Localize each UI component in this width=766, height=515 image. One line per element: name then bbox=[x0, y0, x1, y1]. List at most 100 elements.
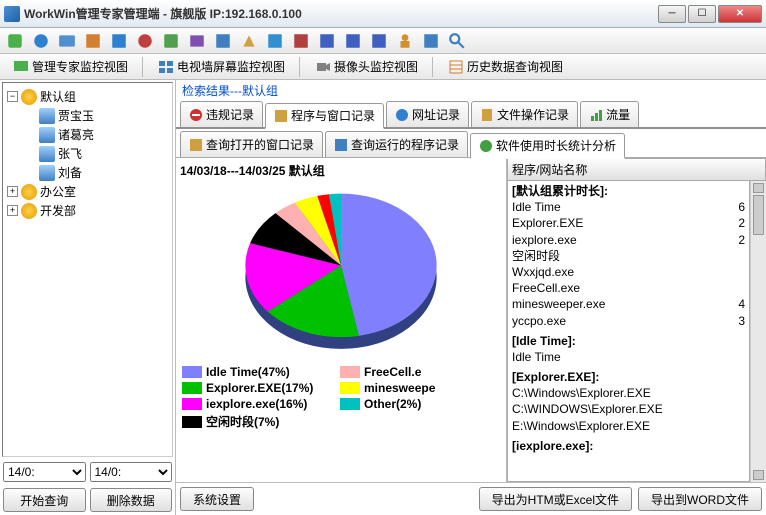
toolbar-icon-8[interactable] bbox=[186, 30, 208, 52]
list-section-header: [默认组累计时长]: bbox=[512, 183, 745, 199]
tab-urls[interactable]: 网址记录 bbox=[386, 101, 469, 127]
list-row[interactable]: minesweeper.exe4 bbox=[512, 296, 745, 312]
close-button[interactable]: ✕ bbox=[718, 5, 762, 23]
toolbar-icon-16[interactable] bbox=[394, 30, 416, 52]
group-tree[interactable]: −默认组 贾宝玉 诸葛亮 张飞 刘备 + 办公室 + 开发部 bbox=[2, 82, 173, 457]
collapse-icon[interactable]: − bbox=[7, 91, 18, 102]
computer-icon bbox=[39, 127, 55, 143]
list-row[interactable]: FreeCell.exe bbox=[512, 280, 745, 296]
toolbar-icon-7[interactable] bbox=[160, 30, 182, 52]
subtab-programs[interactable]: 查询运行的程序记录 bbox=[325, 131, 468, 157]
app-icon bbox=[4, 6, 20, 22]
separator bbox=[299, 57, 301, 77]
tab-label: 文件操作记录 bbox=[497, 106, 569, 123]
tree-item[interactable]: 贾宝玉 bbox=[7, 106, 168, 125]
toolbar-icon-4[interactable] bbox=[82, 30, 104, 52]
tree-group-dev[interactable]: + 开发部 bbox=[7, 201, 168, 220]
view-tab-label: 历史数据查询视图 bbox=[467, 58, 563, 75]
system-settings-button[interactable]: 系统设置 bbox=[180, 487, 254, 511]
tree-label: 办公室 bbox=[40, 183, 76, 200]
toolbar-icon-11[interactable] bbox=[264, 30, 286, 52]
view-tab-label: 摄像头监控视图 bbox=[334, 58, 418, 75]
tab-violation[interactable]: 违规记录 bbox=[180, 101, 263, 127]
list-section-header: [iexplore.exe]: bbox=[512, 438, 745, 454]
expand-icon[interactable]: + bbox=[7, 205, 18, 216]
subtab-windows[interactable]: 查询打开的窗口记录 bbox=[180, 131, 323, 157]
list-row[interactable]: yccpo.exe3 bbox=[512, 313, 745, 329]
view-tab-row: 管理专家监控视图 电视墙屏幕监控视图 摄像头监控视图 历史数据查询视图 bbox=[0, 54, 766, 80]
minimize-button[interactable]: ─ bbox=[658, 5, 686, 23]
toolbar-icon-9[interactable] bbox=[212, 30, 234, 52]
date-from-select[interactable]: 14/0: bbox=[3, 462, 86, 482]
toolbar-icon-1[interactable] bbox=[4, 30, 26, 52]
date-to-select[interactable]: 14/0: bbox=[90, 462, 173, 482]
tree-group-office[interactable]: + 办公室 bbox=[7, 182, 168, 201]
view-tab-monitor[interactable]: 管理专家监控视图 bbox=[4, 55, 137, 78]
legend-swatch bbox=[182, 382, 202, 394]
legend-swatch bbox=[340, 398, 360, 410]
list-header[interactable]: 程序/网站名称 bbox=[507, 158, 766, 181]
scroll-down-icon[interactable] bbox=[753, 470, 764, 480]
scroll-up-icon[interactable] bbox=[753, 183, 764, 193]
toolbar-icon-18[interactable] bbox=[446, 30, 468, 52]
legend-item: 空闲时段(7%) bbox=[182, 413, 332, 430]
expand-icon[interactable]: + bbox=[7, 186, 18, 197]
maximize-button[interactable]: ☐ bbox=[688, 5, 716, 23]
list-row[interactable]: C:\Windows\Explorer.EXE bbox=[512, 385, 745, 401]
list-row[interactable]: Wxxjqd.exe bbox=[512, 264, 745, 280]
tree-item[interactable]: 诸葛亮 bbox=[7, 125, 168, 144]
legend-swatch bbox=[340, 366, 360, 378]
tab-traffic[interactable]: 流量 bbox=[580, 101, 639, 127]
export-htm-excel-button[interactable]: 导出为HTM或Excel文件 bbox=[479, 487, 632, 511]
toolbar-icon-3[interactable] bbox=[56, 30, 78, 52]
legend-label: 空闲时段(7%) bbox=[206, 413, 279, 430]
list-row[interactable]: Explorer.EXE2 bbox=[512, 215, 745, 231]
toolbar-icon-6[interactable] bbox=[134, 30, 156, 52]
tab-label: 流量 bbox=[606, 106, 630, 123]
program-list: 程序/网站名称 [默认组累计时长]:Idle Time6Explorer.EXE… bbox=[506, 158, 766, 482]
records-tabbar: 违规记录 程序与窗口记录 网址记录 文件操作记录 流量 bbox=[176, 101, 766, 129]
scroll-thumb[interactable] bbox=[753, 195, 764, 235]
list-row[interactable]: iexplore.exe2 bbox=[512, 232, 745, 248]
list-body[interactable]: [默认组累计时长]:Idle Time6Explorer.EXE2iexplor… bbox=[507, 181, 750, 482]
start-query-button[interactable]: 开始查询 bbox=[3, 488, 86, 512]
legend-swatch bbox=[340, 382, 360, 394]
toolbar-icon-5[interactable] bbox=[108, 30, 130, 52]
export-word-button[interactable]: 导出到WORD文件 bbox=[638, 487, 762, 511]
toolbar-icon-10[interactable] bbox=[238, 30, 260, 52]
date-controls: 14/0: 14/0: bbox=[0, 459, 175, 485]
tree-label: 张飞 bbox=[58, 145, 82, 162]
toolbar-icon-17[interactable] bbox=[420, 30, 442, 52]
legend-label: FreeCell.e bbox=[364, 365, 421, 379]
tree-item[interactable]: 张飞 bbox=[7, 144, 168, 163]
toolbar-icon-12[interactable] bbox=[290, 30, 312, 52]
view-tab-tvwall[interactable]: 电视墙屏幕监控视图 bbox=[149, 55, 294, 78]
computer-icon bbox=[39, 146, 55, 162]
bottom-buttons: 系统设置 导出为HTM或Excel文件 导出到WORD文件 bbox=[176, 482, 766, 515]
right-panel: 检索结果---默认组 违规记录 程序与窗口记录 网址记录 文件操作记录 流量 查… bbox=[176, 80, 766, 515]
tree-label: 开发部 bbox=[40, 202, 76, 219]
list-row[interactable]: Idle Time bbox=[512, 349, 745, 365]
view-tab-history[interactable]: 历史数据查询视图 bbox=[439, 55, 572, 78]
tab-fileops[interactable]: 文件操作记录 bbox=[471, 101, 578, 127]
toolbar-icon-13[interactable] bbox=[316, 30, 338, 52]
toolbar-icon-15[interactable] bbox=[368, 30, 390, 52]
tab-programs[interactable]: 程序与窗口记录 bbox=[265, 103, 384, 129]
view-tab-camera[interactable]: 摄像头监控视图 bbox=[306, 55, 427, 78]
toolbar-icon-2[interactable] bbox=[30, 30, 52, 52]
tree-item[interactable]: 刘备 bbox=[7, 163, 168, 182]
view-tab-label: 管理专家监控视图 bbox=[32, 58, 128, 75]
subtab-usage-stats[interactable]: 软件使用时长统计分析 bbox=[470, 133, 625, 159]
list-row[interactable]: 空闲时段 bbox=[512, 248, 745, 264]
legend-label: Explorer.EXE(17%) bbox=[206, 381, 313, 395]
tree-root[interactable]: −默认组 bbox=[7, 87, 168, 106]
scrollbar[interactable] bbox=[750, 181, 766, 482]
list-row[interactable]: C:\WINDOWS\Explorer.EXE bbox=[512, 401, 745, 417]
delete-data-button[interactable]: 删除数据 bbox=[90, 488, 173, 512]
toolbar-icon-14[interactable] bbox=[342, 30, 364, 52]
list-row[interactable]: E:\Windows\Explorer.EXE bbox=[512, 418, 745, 434]
legend-item: FreeCell.e bbox=[340, 365, 490, 379]
computer-icon bbox=[39, 108, 55, 124]
list-row[interactable]: Idle Time6 bbox=[512, 199, 745, 215]
pie-chart bbox=[216, 181, 466, 361]
